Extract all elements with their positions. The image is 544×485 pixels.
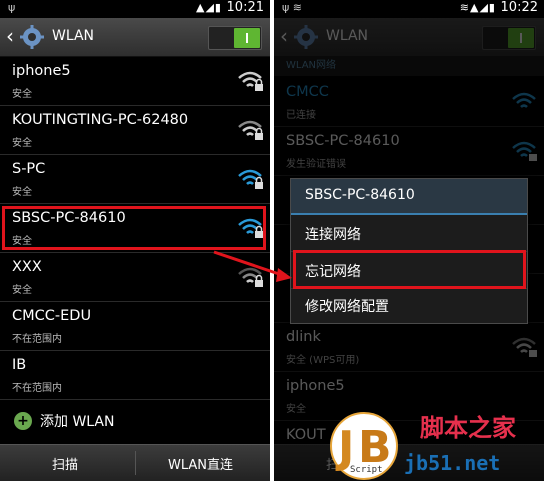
network-name: XXX (12, 259, 42, 275)
menu-item-connect[interactable]: 连接网络 (291, 215, 527, 252)
scan-button[interactable]: 扫描 (52, 454, 78, 473)
usb-icon: ψ (8, 1, 16, 14)
signal-battery-icons: ▲◢▮ (196, 1, 222, 14)
network-status: 安全 (12, 138, 32, 149)
network-status: 已连接 (286, 110, 316, 121)
network-item[interactable]: CMCC-EDU 不在范围内 (0, 302, 270, 351)
usb-wifi-icons: ψ ≋ (282, 1, 302, 14)
context-menu-title: SBSC-PC-84610 (291, 179, 527, 215)
network-status: 发生验证错误 (286, 159, 346, 170)
status-time: 10:21 (226, 0, 264, 15)
wifi-icon (512, 92, 536, 108)
brand-cn-text: 脚本之家 (420, 414, 516, 442)
network-status: 安全 (12, 285, 32, 296)
network-name: dlink (286, 329, 321, 345)
plus-icon: + (14, 412, 32, 430)
network-name: SBSC-PC-84610 (286, 133, 400, 149)
status-bar: ψ ≋ ≋▲◢▮ 10:22 (274, 0, 544, 18)
site-text: jb51.net (404, 451, 500, 475)
bottom-divider (135, 451, 136, 475)
status-bar: ψ ▲◢▮ 10:21 (0, 0, 270, 18)
wlan-toggle[interactable] (208, 26, 262, 50)
gear-icon[interactable] (20, 25, 44, 49)
wifi-locked-icon (238, 120, 263, 140)
network-name: CMCC (286, 84, 329, 100)
action-bar: ‹ WLAN (0, 18, 270, 57)
network-status: 不在范围内 (12, 383, 62, 394)
network-name: iphone5 (12, 63, 71, 79)
menu-item-label: 修改网络配置 (305, 299, 389, 315)
page-title: WLAN (326, 28, 369, 44)
wlan-toggle (482, 26, 536, 50)
network-item[interactable]: S-PC 安全 (0, 155, 270, 204)
add-wlan-button[interactable]: + 添加 WLAN (0, 398, 270, 444)
status-time: 10:22 (500, 0, 538, 15)
network-item: SBSC-PC-84610 发生验证错误 (274, 127, 544, 176)
network-name: S-PC (12, 161, 46, 177)
network-item: CMCC 已连接 (274, 78, 544, 127)
network-item[interactable]: KOUTINGTING-PC-62480 安全 (0, 106, 270, 155)
wlan-direct-button[interactable]: WLAN直连 (168, 454, 233, 473)
network-item[interactable]: iphone5 安全 (0, 57, 270, 106)
context-menu-title-text: SBSC-PC-84610 (305, 187, 415, 203)
jb51-logo-icon: J B Script 脚本之家 jb51.net (330, 412, 516, 480)
selection-highlight (2, 206, 266, 250)
network-item: dlink 安全 (WPS可用) (274, 323, 544, 372)
left-phone-screen: ψ ▲◢▮ 10:21 ‹ WLAN iphone5 安全 KOUTINGTIN… (0, 0, 270, 481)
network-item[interactable]: IB 不在范围内 (0, 351, 270, 400)
wifi-locked-icon (512, 337, 537, 357)
network-status: 不在范围内 (12, 334, 62, 345)
gear-icon (294, 25, 318, 49)
wifi-locked-icon (238, 267, 263, 287)
script-label: Script (350, 465, 383, 475)
action-bar: ‹ WLAN (274, 18, 544, 57)
menu-item-modify[interactable]: 修改网络配置 (291, 287, 527, 323)
network-name: CMCC-EDU (12, 308, 92, 324)
network-item[interactable]: XXX 安全 (0, 253, 270, 302)
network-status: 安全 (286, 404, 306, 415)
signal-battery-icons: ≋▲◢▮ (459, 1, 496, 14)
back-chevron-icon: ‹ (280, 24, 288, 48)
back-chevron-icon[interactable]: ‹ (6, 24, 14, 48)
network-name: IB (12, 357, 27, 373)
toggle-knob (234, 28, 260, 48)
page-title: WLAN (52, 28, 95, 44)
bottom-bar: 扫描 WLAN直连 (0, 444, 270, 481)
network-name: iphone5 (286, 378, 345, 394)
network-status: 安全 (12, 187, 32, 198)
add-wlan-label: 添加 WLAN (40, 414, 115, 430)
forget-highlight (293, 250, 526, 289)
watermark-logo: J B Script 脚本之家 jb51.net (330, 402, 544, 481)
network-status: 安全 (WPS可用) (286, 355, 360, 366)
network-name: KOUT (286, 427, 326, 443)
wifi-locked-icon (238, 169, 263, 189)
wifi-locked-icon (512, 141, 537, 161)
toggle-knob (508, 28, 534, 48)
menu-item-label: 连接网络 (305, 227, 361, 243)
network-name: KOUTINGTING-PC-62480 (12, 112, 189, 128)
network-status: 安全 (12, 89, 32, 100)
section-header: WLAN网络 (274, 56, 544, 76)
wifi-locked-icon (238, 71, 263, 91)
